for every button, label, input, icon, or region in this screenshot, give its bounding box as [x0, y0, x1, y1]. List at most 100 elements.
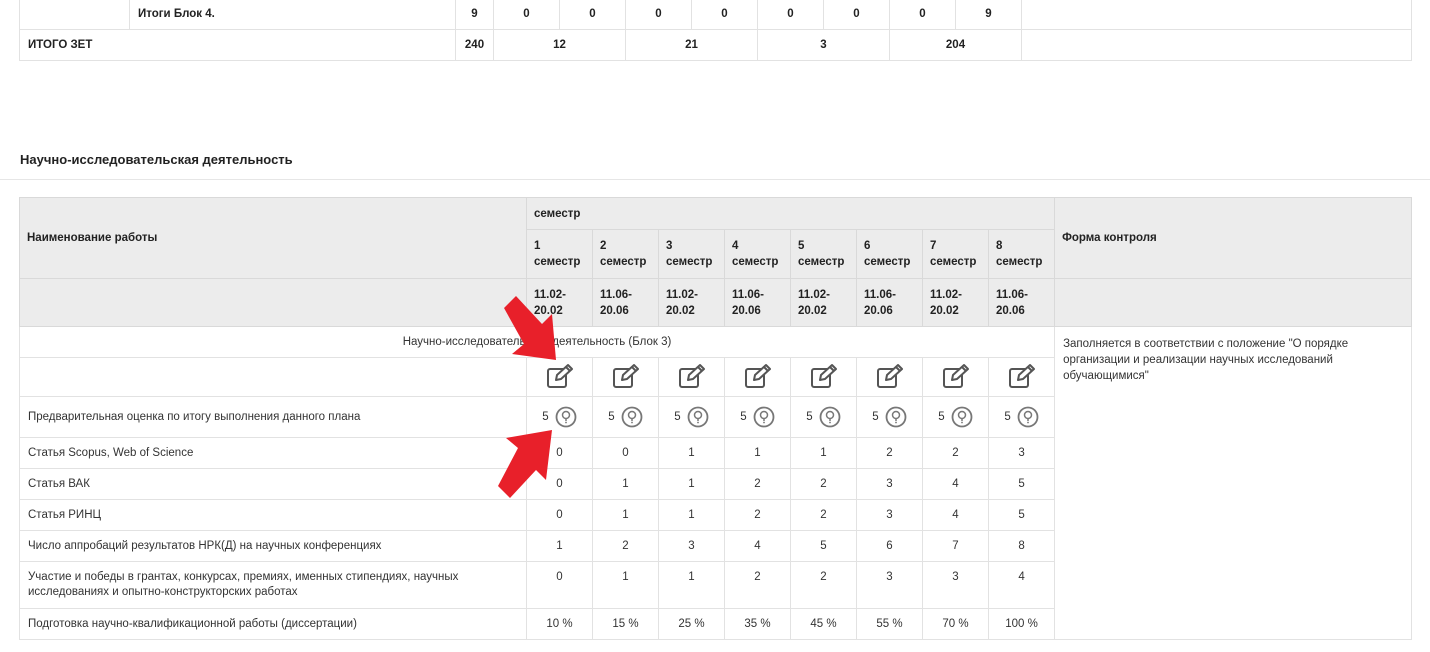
row-value-cell: 4	[922, 499, 989, 531]
summary-block-value: 0	[823, 0, 890, 30]
semester-dates: 11.02- 20.02	[922, 278, 989, 327]
block-label: Научно-исследовательская деятельность (Б…	[18, 326, 1056, 358]
summary-block-value: 9	[955, 0, 1022, 30]
semester-number: 6	[864, 240, 871, 252]
question-circle-icon[interactable]	[753, 406, 775, 428]
semester-label: семестр	[534, 256, 581, 268]
grade-value: 5	[872, 406, 907, 428]
row-value-cell: 0	[526, 561, 593, 609]
question-circle-icon[interactable]	[621, 406, 643, 428]
row-value-cell: 5	[724, 396, 791, 438]
summary-total-value: 204	[889, 29, 1022, 61]
question-circle-icon[interactable]	[1017, 406, 1039, 428]
row-value-cell: 5	[658, 396, 725, 438]
edit-icon[interactable]	[810, 363, 838, 389]
semester-number: 1	[534, 240, 541, 252]
semester-header: 6 семестр	[856, 229, 923, 279]
row-value-cell: 3	[658, 530, 725, 562]
summary-block-value: 0	[691, 0, 758, 30]
semester-label: семестр	[864, 256, 911, 268]
question-circle-icon[interactable]	[885, 406, 907, 428]
edit-cell	[526, 357, 593, 397]
row-value-cell: 5	[526, 396, 593, 438]
semester-dates: 11.06- 20.06	[987, 278, 1056, 327]
row-value-cell: 2	[790, 468, 857, 500]
edit-icon[interactable]	[678, 363, 706, 389]
edit-icon[interactable]	[942, 363, 970, 389]
semester-dates: 11.06- 20.06	[592, 278, 659, 327]
row-value-cell: 8	[987, 530, 1056, 562]
semester-label: семестр	[666, 256, 713, 268]
summary-block-value: 0	[493, 0, 560, 30]
row-value-cell: 25 %	[658, 608, 725, 640]
section-divider	[0, 179, 1430, 180]
summary-table: Итоги Блок 4. 900000009 ИТОГО ЗЕТ 240 12 2…	[19, 0, 1412, 61]
semester-number: 5	[798, 240, 805, 252]
semester-dates: 11.02- 20.02	[658, 278, 725, 327]
edit-cell	[790, 357, 857, 397]
row-value-cell: 45 %	[790, 608, 857, 640]
grade-value: 5	[674, 406, 709, 428]
row-value-cell: 1	[724, 437, 791, 469]
row-value-cell: 0	[526, 499, 593, 531]
row-value-cell: 35 %	[724, 608, 791, 640]
row-value-cell: 3	[856, 468, 923, 500]
grade-number: 5	[740, 411, 747, 423]
edit-icon[interactable]	[744, 363, 772, 389]
row-value-cell: 4	[724, 530, 791, 562]
question-circle-icon[interactable]	[951, 406, 973, 428]
semester-header: 2 семестр	[592, 229, 659, 279]
block-label-row: Научно-исследовательская деятельность (Б…	[18, 326, 1412, 640]
semester-header: 5 семестр	[790, 229, 857, 279]
row-value-cell: 3	[987, 437, 1056, 469]
semester-header: 1 семестр	[526, 229, 593, 279]
edit-cell	[987, 357, 1056, 397]
grade-value: 5	[740, 406, 775, 428]
row-value-cell: 5	[790, 530, 857, 562]
row-value-cell: 5	[790, 396, 857, 438]
row-value-cell: 1	[526, 530, 593, 562]
row-value-cell: 2	[790, 561, 857, 609]
summary-block-label: Итоги Блок 4.	[129, 0, 456, 30]
row-value-cell: 55 %	[856, 608, 923, 640]
row-value-cell: 5	[987, 468, 1056, 500]
grade-value: 5	[1004, 406, 1039, 428]
grade-number: 5	[938, 411, 945, 423]
grade-number: 5	[542, 411, 549, 423]
semester-dates: 11.02- 20.02	[526, 278, 593, 327]
semester-number: 8	[996, 240, 1003, 252]
edit-cell	[856, 357, 923, 397]
edit-icon[interactable]	[876, 363, 904, 389]
semester-header: 4 семестр	[724, 229, 791, 279]
summary-total-value: 3	[757, 29, 890, 61]
edit-icon[interactable]	[612, 363, 640, 389]
row-value-cell: 70 %	[922, 608, 989, 640]
semester-label: семестр	[600, 256, 647, 268]
row-value-cell: 1	[790, 437, 857, 469]
edit-icon[interactable]	[546, 363, 574, 389]
summary-block-value: 0	[559, 0, 626, 30]
row-value-cell: 4	[922, 468, 989, 500]
row-name: Статья ВАК	[19, 468, 527, 500]
row-name: Статья РИНЦ	[19, 499, 527, 531]
grade-value: 5	[608, 406, 643, 428]
semester-number: 7	[930, 240, 937, 252]
row-value-cell: 3	[856, 499, 923, 531]
grade-number: 5	[1004, 411, 1011, 423]
row-value-cell: 1	[658, 437, 725, 469]
edit-icon[interactable]	[1008, 363, 1036, 389]
question-circle-icon[interactable]	[687, 406, 709, 428]
row-value-cell: 100 %	[987, 608, 1056, 640]
edit-cell	[658, 357, 725, 397]
row-value-cell: 1	[592, 468, 659, 500]
question-circle-icon[interactable]	[555, 406, 577, 428]
question-circle-icon[interactable]	[819, 406, 841, 428]
row-value-cell: 10 %	[526, 608, 593, 640]
row-value-cell: 5	[987, 396, 1056, 438]
row-name: Подготовка научно-квалификационной работ…	[19, 608, 527, 640]
row-value-cell: 1	[658, 561, 725, 609]
date-row-spacer	[19, 278, 527, 327]
summary-block-value: 9	[455, 0, 494, 30]
row-value-cell: 1	[592, 561, 659, 609]
semester-group-header: семестр	[525, 197, 1056, 230]
